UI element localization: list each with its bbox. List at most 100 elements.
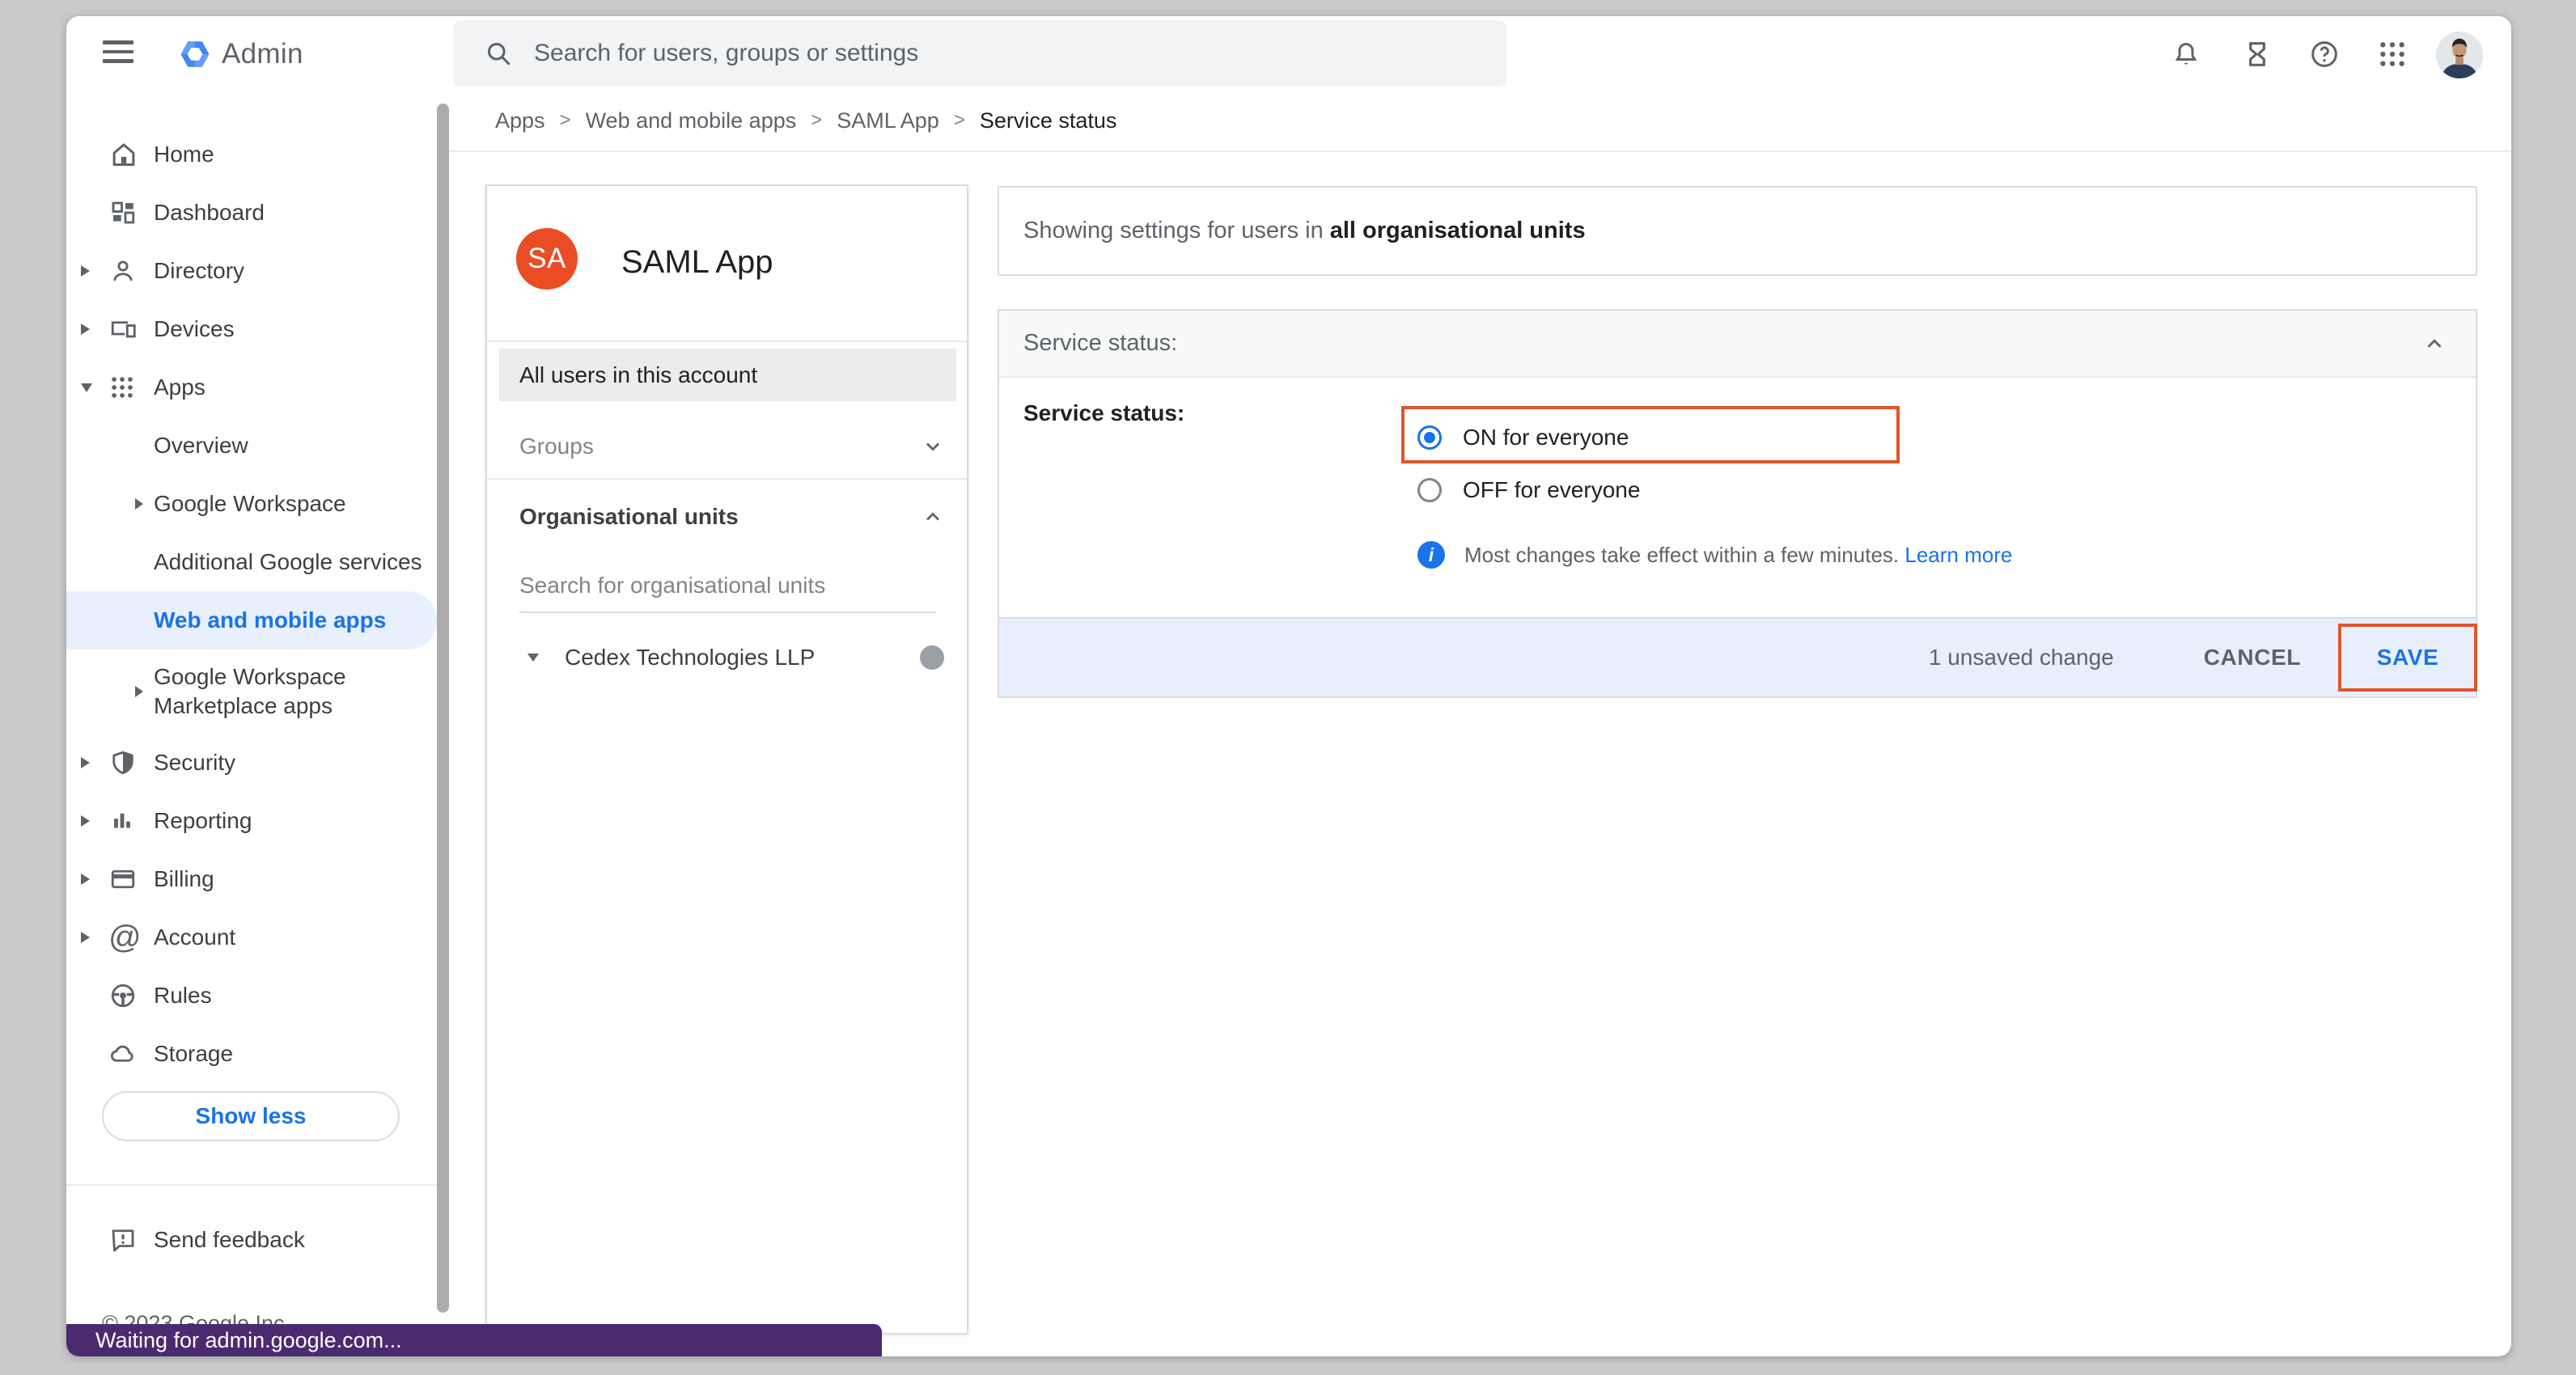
breadcrumb-separator: > (954, 109, 965, 132)
top-app-bar: Admin (66, 16, 2511, 91)
home-icon (108, 139, 154, 170)
global-search[interactable] (453, 20, 1506, 87)
org-unit-search[interactable] (519, 573, 936, 613)
sidebar-item-dashboard[interactable]: Dashboard (66, 184, 437, 242)
chevron-up-icon (922, 506, 944, 528)
org-unit-status-dot (920, 645, 944, 670)
breadcrumb-current: Service status (980, 108, 1117, 133)
sidebar-item-account[interactable]: @ Account (66, 908, 437, 967)
status-text: Waiting for admin.google.com... (95, 1328, 402, 1353)
help-icon[interactable] (2308, 38, 2341, 70)
dashboard-icon (108, 198, 154, 227)
sidebar-item-google-workspace[interactable]: Google Workspace (66, 475, 437, 533)
learn-more-link[interactable]: Learn more (1904, 543, 2012, 567)
expand-right-icon (81, 815, 108, 827)
org-unit-search-input[interactable] (519, 573, 936, 613)
save-button[interactable]: SAVE (2372, 644, 2444, 671)
show-less-button[interactable]: Show less (102, 1091, 400, 1141)
at-sign-icon: @ (108, 923, 154, 952)
save-bar: 1 unsaved change CANCEL SAVE (999, 617, 2476, 696)
send-feedback-button[interactable]: Send feedback (108, 1225, 305, 1254)
groups-section-toggle[interactable]: Groups (487, 415, 967, 480)
service-status-card: Service status: Service status: ON for e… (998, 309, 2477, 698)
service-status-label: Service status: (1023, 400, 1184, 426)
shield-icon (108, 748, 154, 777)
sidebar-item-apps[interactable]: Apps (66, 358, 437, 417)
radio-option-on[interactable]: ON for everyone (1417, 425, 1629, 451)
expand-right-icon (135, 498, 154, 510)
expand-right-icon (81, 265, 108, 277)
scope-target-text: all organisational units (1330, 218, 1586, 244)
radio-option-off[interactable]: OFF for everyone (1417, 477, 1640, 503)
steering-wheel-icon (108, 981, 154, 1010)
sidebar-item-home[interactable]: Home (66, 125, 437, 184)
sidebar-divider (66, 1184, 450, 1186)
hourglass-icon[interactable] (2241, 38, 2273, 70)
browser-status-bar: Waiting for admin.google.com... (66, 1324, 882, 1356)
all-users-scope-item[interactable]: All users in this account (499, 349, 956, 401)
person-icon (108, 256, 154, 286)
sidebar-item-reporting[interactable]: Reporting (66, 792, 437, 850)
sidebar-item-additional-google-services[interactable]: Additional Google services (66, 533, 437, 591)
expand-right-icon (81, 757, 108, 768)
apps-dots-icon (108, 374, 154, 401)
sidebar-item-devices[interactable]: Devices (66, 300, 437, 358)
expand-right-icon (135, 686, 154, 697)
expand-right-icon (81, 874, 108, 885)
sidebar-item-rules[interactable]: Rules (66, 967, 437, 1025)
service-status-body: Service status: ON for everyone OFF for … (999, 378, 2476, 619)
feedback-icon (108, 1225, 138, 1254)
radio-selected-icon[interactable] (1417, 425, 1442, 450)
search-input[interactable] (532, 39, 1426, 68)
app-avatar: SA (516, 228, 578, 290)
bar-chart-icon (108, 807, 154, 835)
service-status-section-header[interactable]: Service status: (999, 311, 2476, 378)
account-avatar[interactable] (2436, 32, 2483, 78)
chevron-up-icon (2422, 332, 2447, 356)
apps-grid-icon[interactable] (2376, 38, 2409, 70)
breadcrumb-separator: > (811, 109, 822, 132)
breadcrumb-web-and-mobile-apps[interactable]: Web and mobile apps (586, 108, 797, 133)
hamburger-menu-icon[interactable] (103, 40, 133, 66)
sidebar-item-security[interactable]: Security (66, 734, 437, 792)
info-text: Most changes take effect within a few mi… (1464, 543, 1899, 567)
sidebar-item-marketplace-apps[interactable]: Google Workspace Marketplace apps (66, 649, 437, 734)
expand-right-icon (81, 932, 108, 943)
radio-unselected-icon[interactable] (1417, 478, 1442, 502)
unsaved-changes-text: 1 unsaved change (1929, 645, 2114, 671)
google-admin-logo: Admin (178, 37, 303, 71)
notifications-bell-icon[interactable] (2170, 38, 2202, 70)
devices-icon (108, 315, 154, 344)
chevron-down-icon (922, 435, 944, 458)
sidebar-nav: Home Dashboard Directory (66, 91, 437, 1356)
expand-right-icon (81, 324, 108, 335)
breadcrumb-apps[interactable]: Apps (495, 108, 545, 133)
sidebar-item-web-and-mobile-apps[interactable]: Web and mobile apps (66, 591, 437, 649)
annotation-box-save-button: SAVE (2338, 624, 2477, 692)
admin-hexagon-icon (178, 37, 212, 71)
credit-card-icon (108, 865, 154, 894)
info-icon: i (1417, 541, 1445, 569)
product-name: Admin (222, 38, 303, 70)
sidebar-item-overview[interactable]: Overview (66, 417, 437, 475)
section-title: Service status: (1023, 330, 1177, 357)
admin-console-window: Admin (66, 16, 2511, 1356)
sidebar-item-storage[interactable]: Storage (66, 1025, 437, 1083)
search-icon (484, 39, 513, 68)
expand-down-icon (81, 383, 108, 392)
breadcrumb: Apps > Web and mobile apps > SAML App > … (450, 91, 2511, 152)
sidebar-item-directory[interactable]: Directory (66, 242, 437, 300)
scope-prefix-text: Showing settings for users in (1023, 218, 1324, 244)
app-title: SAML App (621, 244, 773, 281)
app-scope-panel: SA SAML App All users in this account Gr… (485, 184, 968, 1335)
sidebar-scrollbar[interactable] (437, 104, 449, 1313)
breadcrumb-saml-app[interactable]: SAML App (837, 108, 939, 133)
sidebar-item-billing[interactable]: Billing (66, 850, 437, 908)
cloud-icon (108, 1039, 154, 1068)
expand-down-icon (527, 654, 539, 662)
breadcrumb-separator: > (560, 109, 571, 132)
cancel-button[interactable]: CANCEL (2199, 644, 2306, 671)
org-units-section-toggle[interactable]: Organisational units (487, 481, 967, 552)
org-unit-root-node[interactable]: Cedex Technologies LLP (487, 632, 967, 683)
screen-background: Admin (0, 0, 2576, 1375)
